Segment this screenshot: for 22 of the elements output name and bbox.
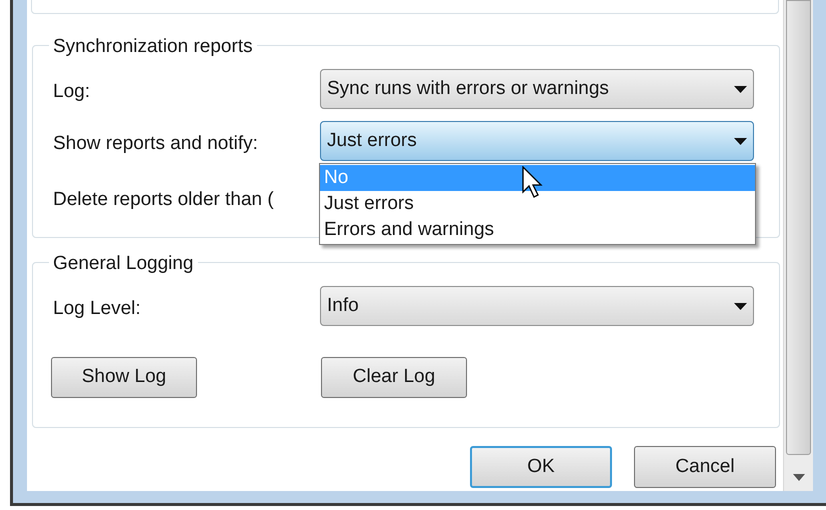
scrollbar[interactable] — [783, 0, 813, 491]
field-label: Show reports and notify: — [53, 132, 258, 156]
log-button[interactable]: Clear Log — [321, 357, 467, 398]
dropdown[interactable]: Just errors — [320, 121, 754, 161]
dropdown-option[interactable]: Errors and warnings — [320, 217, 755, 243]
caret-icon — [734, 138, 747, 144]
dialog-button[interactable]: OK — [470, 446, 612, 488]
scroll-down-icon[interactable] — [793, 474, 805, 481]
caret-icon — [734, 86, 747, 92]
caret-icon — [734, 302, 747, 310]
field-label: Log Level: — [53, 297, 141, 321]
field-label: Delete reports older than ( — [53, 188, 274, 212]
dropdown-value: Info — [327, 294, 359, 318]
dropdown[interactable]: Info — [320, 286, 754, 326]
dropdown-value: Sync runs with errors or warnings — [327, 76, 609, 101]
dropdown[interactable]: Sync runs with errors or warnings — [320, 69, 754, 109]
dropdown-option[interactable]: Just errors — [320, 191, 755, 217]
log-button[interactable]: Show Log — [51, 357, 197, 398]
field-label: Log: — [53, 80, 90, 104]
scrollbar-thumb[interactable] — [786, 0, 811, 455]
dialog-button[interactable]: Cancel — [634, 446, 776, 488]
dropdown-value: Just errors — [327, 128, 417, 153]
